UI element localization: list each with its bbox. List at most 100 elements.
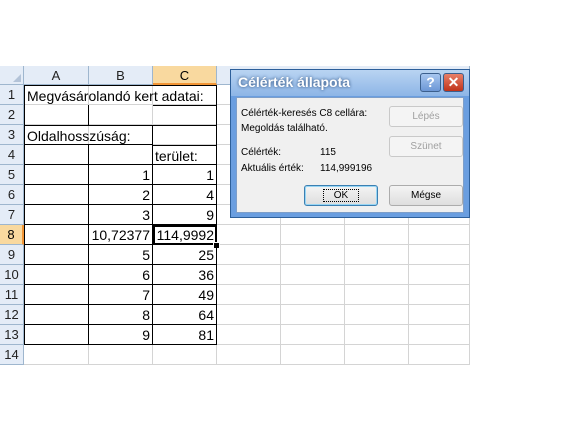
step-button[interactable]: Lépés	[389, 106, 463, 127]
row-header-5[interactable]: 5	[0, 165, 24, 185]
cell-c13[interactable]: 81	[153, 325, 217, 345]
row-header-2[interactable]: 2	[0, 105, 24, 125]
row-header-10[interactable]: 10	[0, 265, 24, 285]
cell-c8-active[interactable]: 114,9992	[153, 225, 217, 245]
cell-c2[interactable]	[153, 105, 217, 125]
grid-cell[interactable]	[24, 345, 89, 365]
grid-cell[interactable]	[153, 345, 217, 365]
target-value: 115	[320, 147, 336, 158]
grid-cell[interactable]	[217, 265, 281, 285]
cell-b6[interactable]: 2	[89, 185, 153, 205]
grid-cell[interactable]	[281, 285, 345, 305]
help-icon: ?	[426, 74, 435, 90]
status-line-1: Célérték-keresés C8 cellára:	[241, 108, 368, 119]
row-header-13[interactable]: 13	[0, 325, 24, 345]
close-button[interactable]: ✕	[443, 73, 464, 92]
row-header-14[interactable]: 14	[0, 345, 24, 365]
cell-c12[interactable]: 64	[153, 305, 217, 325]
row-header-7[interactable]: 7	[0, 205, 24, 225]
cell-a13[interactable]	[24, 325, 89, 345]
row-header-3[interactable]: 3	[0, 125, 24, 145]
grid-cell[interactable]	[217, 305, 281, 325]
cell-a12[interactable]	[24, 305, 89, 325]
cell-c5[interactable]: 1	[153, 165, 217, 185]
grid-cell[interactable]	[409, 305, 470, 325]
cell-c3[interactable]	[153, 125, 217, 145]
pause-button[interactable]: Szünet	[389, 136, 463, 157]
close-icon: ✕	[447, 74, 460, 90]
row-header-12[interactable]: 12	[0, 305, 24, 325]
grid-cell[interactable]	[217, 285, 281, 305]
grid-cell[interactable]	[345, 245, 409, 265]
cell-a3[interactable]: Oldalhosszúság:	[24, 125, 153, 145]
cell-b5[interactable]: 1	[89, 165, 153, 185]
grid-cell[interactable]	[217, 345, 281, 365]
cell-a8[interactable]	[24, 225, 89, 245]
row-header-9[interactable]: 9	[0, 245, 24, 265]
grid-cell[interactable]	[345, 305, 409, 325]
cell-c11[interactable]: 49	[153, 285, 217, 305]
cell-b13[interactable]: 9	[89, 325, 153, 345]
cell-b4[interactable]	[89, 145, 153, 165]
grid-cell[interactable]	[217, 225, 281, 245]
row-header-11[interactable]: 11	[0, 285, 24, 305]
row-header-4[interactable]: 4	[0, 145, 24, 165]
cell-b11[interactable]: 7	[89, 285, 153, 305]
column-header-a[interactable]: A	[24, 66, 89, 85]
ok-button-label: OK	[322, 189, 360, 202]
cell-a7[interactable]	[24, 205, 89, 225]
cell-c7[interactable]: 9	[153, 205, 217, 225]
grid-cell[interactable]	[345, 325, 409, 345]
cell-a5[interactable]	[24, 165, 89, 185]
cell-a10[interactable]	[24, 265, 89, 285]
current-label: Aktuális érték:	[241, 163, 304, 174]
cell-b12[interactable]: 8	[89, 305, 153, 325]
grid-cell[interactable]	[89, 345, 153, 365]
row-header-8[interactable]: 8	[0, 225, 24, 245]
grid-cell[interactable]	[281, 225, 345, 245]
grid-cell[interactable]	[281, 265, 345, 285]
cell-c9[interactable]: 25	[153, 245, 217, 265]
row-header-6[interactable]: 6	[0, 185, 24, 205]
grid-cell[interactable]	[281, 245, 345, 265]
cell-a11[interactable]	[24, 285, 89, 305]
cell-c10[interactable]: 36	[153, 265, 217, 285]
grid-cell[interactable]	[409, 245, 470, 265]
cell-a1[interactable]: Megvásárolandó kert adatai:	[24, 85, 217, 105]
cell-c4[interactable]: terület:	[153, 145, 217, 165]
grid-cell[interactable]	[281, 325, 345, 345]
grid-cell[interactable]	[345, 285, 409, 305]
cell-a6[interactable]	[24, 185, 89, 205]
cell-a4[interactable]	[24, 145, 89, 165]
grid-cell[interactable]	[345, 345, 409, 365]
grid-cell[interactable]	[281, 345, 345, 365]
grid-cell[interactable]	[409, 225, 470, 245]
dialog-body: Célérték-keresés C8 cellára: Megoldás ta…	[236, 97, 464, 213]
column-header-c[interactable]: C	[153, 66, 217, 85]
cell-b7[interactable]: 3	[89, 205, 153, 225]
goal-seek-status-dialog: Célérték állapota ? ✕ Célérték-keresés C…	[230, 69, 470, 218]
cell-a9[interactable]	[24, 245, 89, 265]
help-button[interactable]: ?	[420, 73, 441, 92]
select-all-corner[interactable]	[0, 66, 24, 85]
grid-cell[interactable]	[409, 285, 470, 305]
grid-cell[interactable]	[409, 265, 470, 285]
grid-cell[interactable]	[409, 345, 470, 365]
cell-b8[interactable]: 10,72377	[89, 225, 153, 245]
grid-cell[interactable]	[217, 245, 281, 265]
grid-cell[interactable]	[89, 105, 153, 125]
cell-c6[interactable]: 4	[153, 185, 217, 205]
grid-cell[interactable]	[281, 305, 345, 325]
cell-b10[interactable]: 6	[89, 265, 153, 285]
grid-cell[interactable]	[409, 325, 470, 345]
row-header-1[interactable]: 1	[0, 85, 24, 105]
cell-b9[interactable]: 5	[89, 245, 153, 265]
cancel-button[interactable]: Mégse	[389, 185, 463, 206]
ok-button[interactable]: OK	[304, 185, 378, 206]
grid-cell[interactable]	[345, 265, 409, 285]
grid-cell[interactable]	[345, 225, 409, 245]
cell-a2[interactable]	[24, 105, 89, 125]
dialog-titlebar[interactable]: Célérték állapota ? ✕	[231, 70, 469, 96]
grid-cell[interactable]	[217, 325, 281, 345]
column-header-b[interactable]: B	[89, 66, 153, 85]
